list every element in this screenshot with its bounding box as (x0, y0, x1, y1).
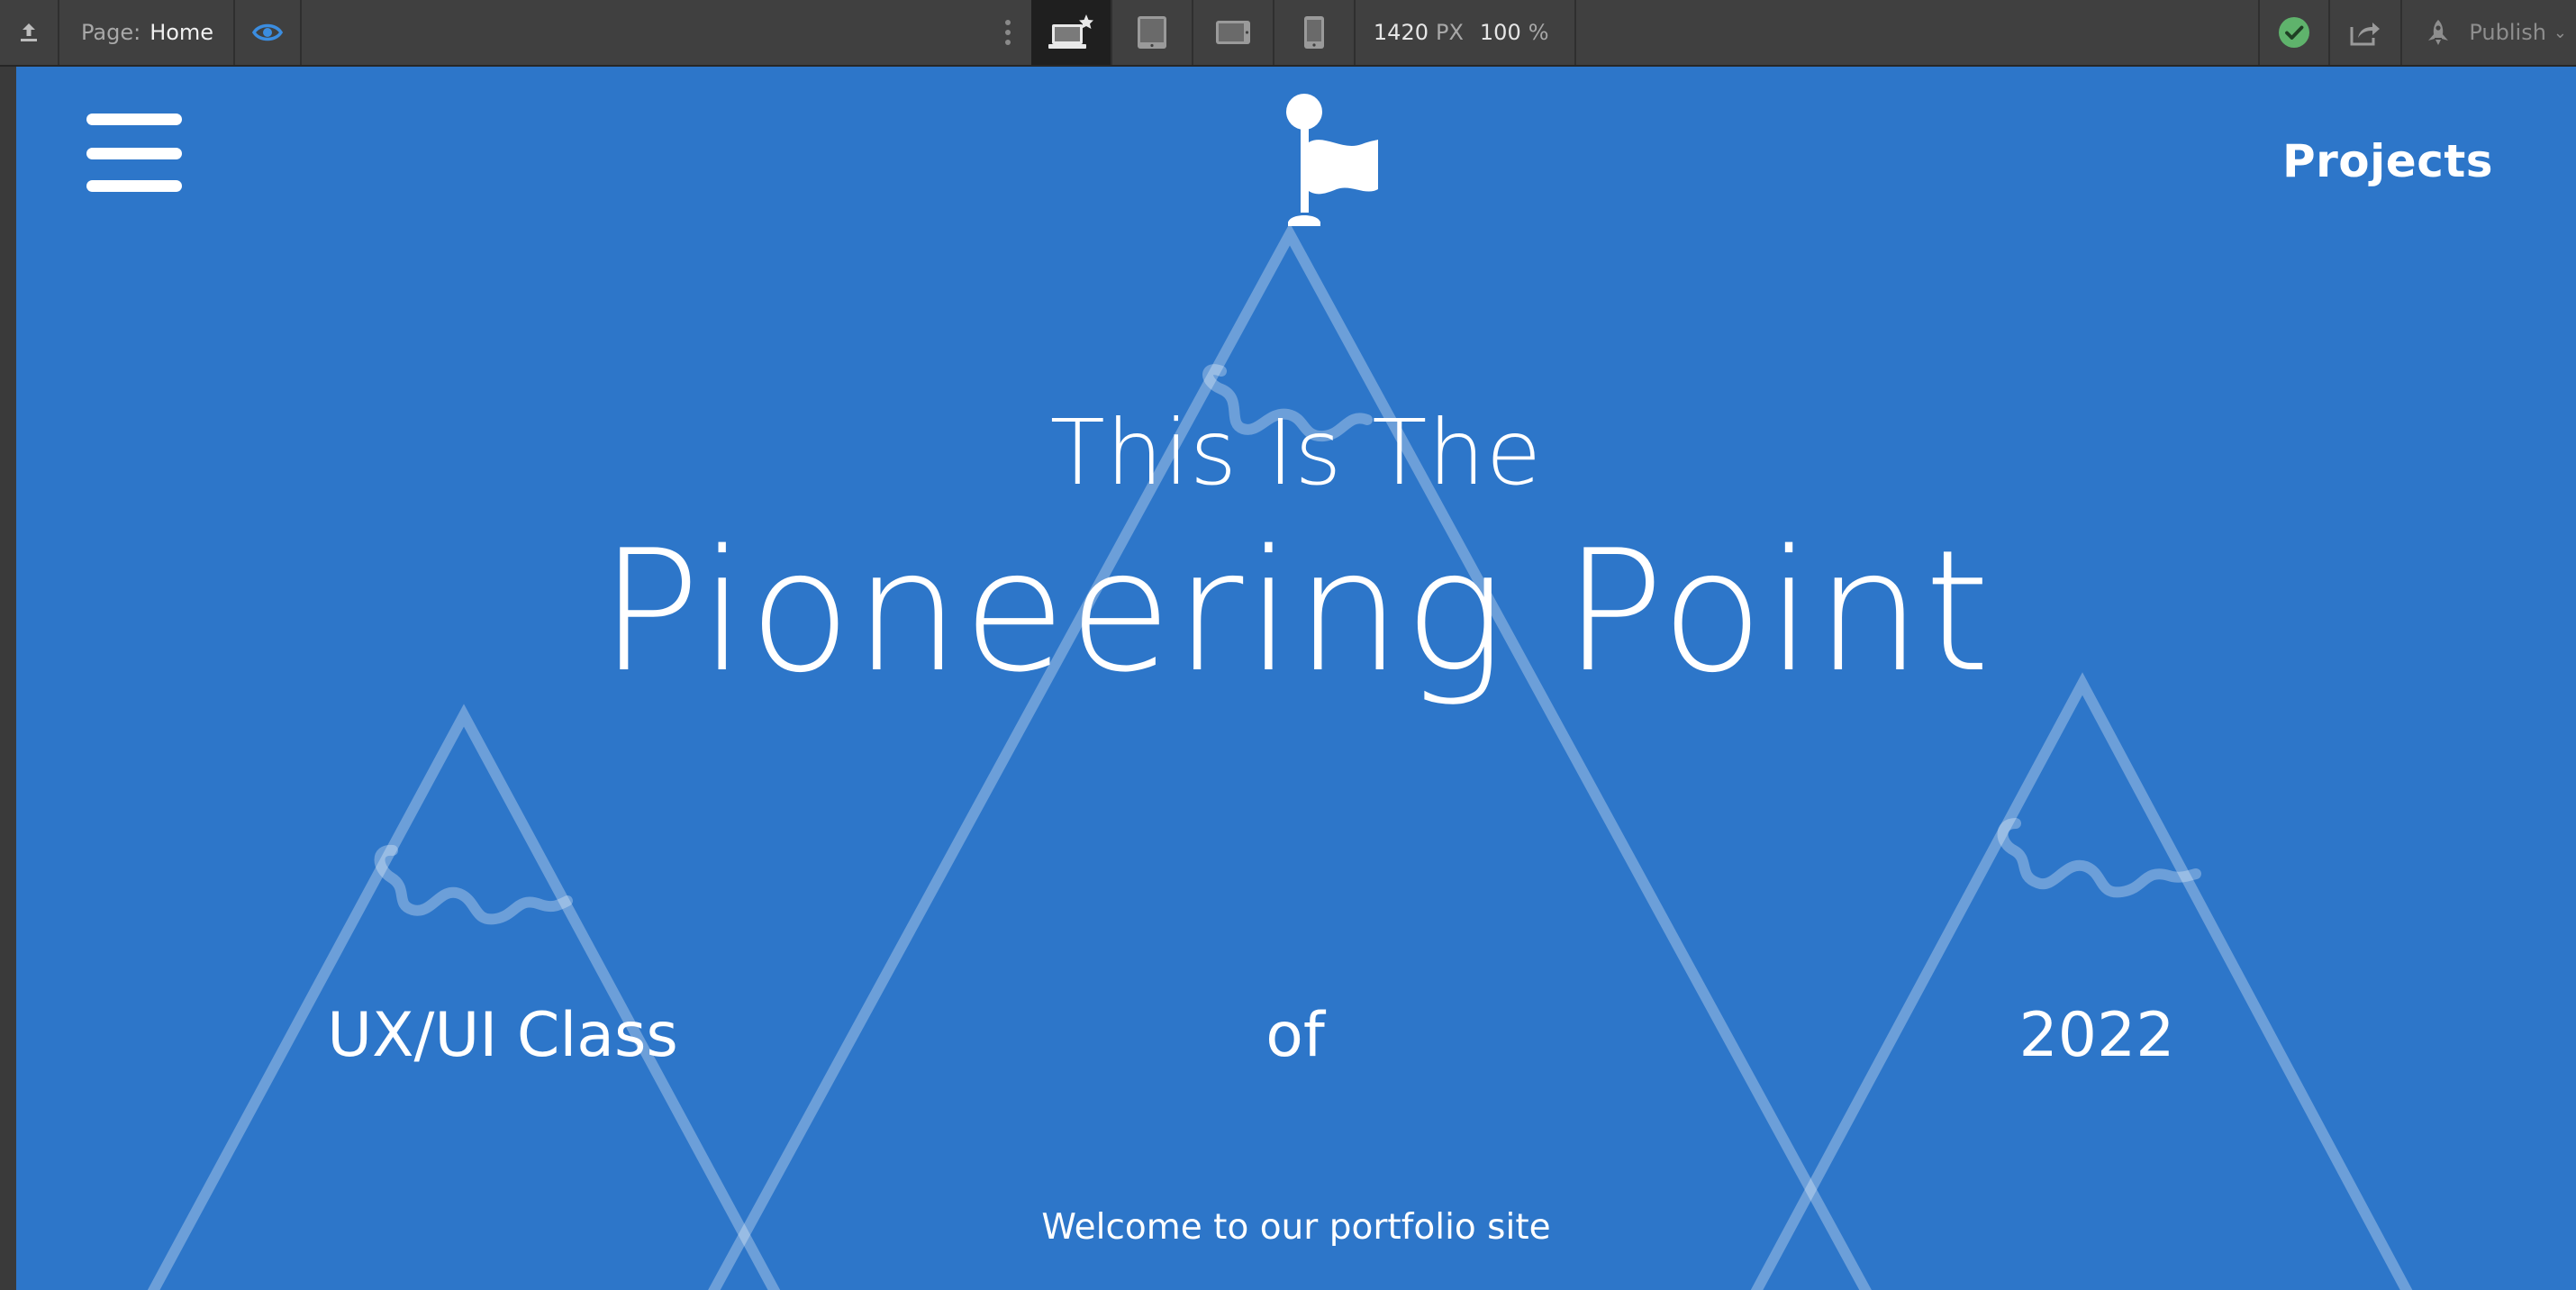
hero-subtitle: This Is The (1049, 400, 1543, 505)
site-status-button[interactable] (2258, 0, 2331, 65)
more-options-button[interactable] (984, 0, 1031, 65)
tagline-year: 2022 (2018, 1000, 2175, 1071)
chevron-down-icon: ⌄ (2553, 23, 2568, 42)
phone-view-button[interactable] (1274, 0, 1356, 65)
right-mountain-outline (1750, 672, 2413, 1290)
upload-button[interactable] (0, 0, 59, 65)
tablet-landscape-view-button[interactable] (1193, 0, 1274, 65)
width-value: 1420 (1373, 20, 1429, 45)
desktop-device-icon (1048, 14, 1093, 49)
desktop-view-button[interactable] (1030, 0, 1112, 65)
rocket-icon (2428, 20, 2449, 45)
width-unit: PX (1435, 20, 1464, 45)
nav-projects-link[interactable]: Projects (2282, 135, 2493, 187)
design-canvas: Projects This Is The Pioneering Point UX… (0, 67, 2576, 1290)
flag-icon[interactable] (1268, 90, 1385, 234)
editor-toolbar: Page: Home 1420 PX 100 % Publish ⌄ (0, 0, 2576, 67)
page-name: Home (150, 20, 214, 45)
zoom-value: 100 (1479, 20, 1521, 45)
toolbar-spacer-right (1576, 0, 2259, 65)
tagline-of: of (1265, 1000, 1325, 1071)
publish-label: Publish (2469, 20, 2546, 45)
center-mountain-outline (708, 223, 1872, 1290)
zoom-unit: % (1528, 20, 1549, 45)
preview-button[interactable] (235, 0, 303, 65)
page-selector[interactable]: Page: Home (59, 0, 236, 65)
share-icon (2350, 23, 2381, 46)
tablet-view-button[interactable] (1112, 0, 1193, 65)
share-button[interactable] (2330, 0, 2403, 65)
page-label: Page: (81, 20, 141, 45)
check-circle-icon (2279, 17, 2310, 48)
hero-title: Pioneering Point (599, 513, 1993, 709)
tablet-landscape-device-icon (1215, 21, 1250, 44)
tagline-class: UX/UI Class (327, 1000, 678, 1071)
tablet-device-icon (1137, 16, 1166, 49)
welcome-text: Welcome to our portfolio site (1041, 1207, 1551, 1248)
publish-button[interactable]: Publish ⌄ (2402, 0, 2576, 65)
eye-icon (252, 23, 284, 41)
phone-device-icon (1303, 16, 1324, 49)
site-hero-section: Projects This Is The Pioneering Point UX… (16, 67, 2576, 1290)
upload-icon (21, 23, 37, 41)
hamburger-menu-icon[interactable] (86, 114, 182, 192)
viewport-size-readout[interactable]: 1420 PX 100 % (1356, 0, 1576, 65)
more-dots-icon (1004, 20, 1011, 45)
